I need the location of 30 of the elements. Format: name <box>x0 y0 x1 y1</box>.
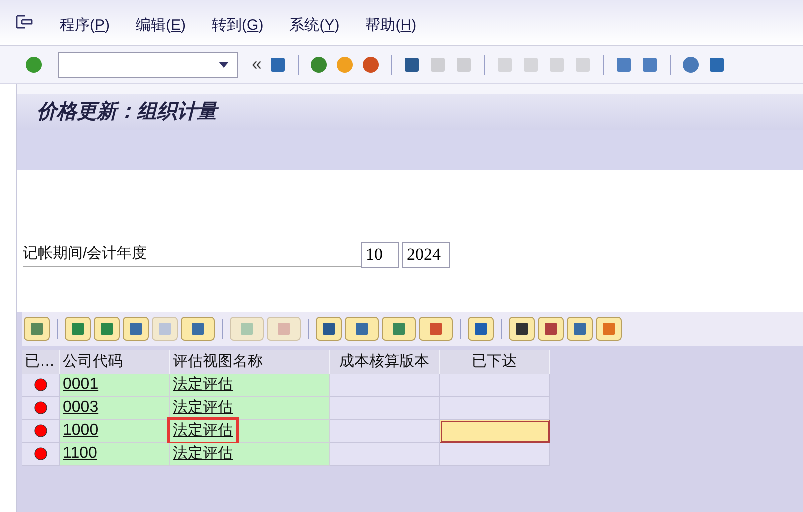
table-cell[interactable] <box>440 397 550 420</box>
valuation-view-link[interactable]: 法定评估 <box>170 396 236 420</box>
company-code-link[interactable]: 1000 <box>63 419 99 443</box>
valuation-view-link[interactable]: 法定评估 <box>170 420 236 442</box>
valuation-view-link[interactable]: 法定评估 <box>170 374 236 396</box>
valuation-view-link[interactable]: 法定评估 <box>170 442 236 466</box>
company-code-link[interactable]: 1100 <box>63 442 98 466</box>
period-field[interactable]: 10 <box>361 242 399 268</box>
menu-item[interactable]: 编辑(E) <box>136 14 186 37</box>
collapse-glyph[interactable]: « <box>252 51 262 78</box>
year-field[interactable]: 2024 <box>402 242 450 268</box>
table-cell[interactable] <box>440 420 550 443</box>
column-header[interactable]: 已… <box>22 350 60 374</box>
table-cell[interactable] <box>440 443 550 466</box>
field-label: 记帐期间/会计年度 <box>23 243 361 267</box>
menu-item[interactable]: 系统(Y) <box>290 14 340 37</box>
company-code-link[interactable]: 0001 <box>63 373 99 397</box>
column-header[interactable]: 成本核算版本 <box>330 350 440 374</box>
menu-icon[interactable] <box>16 15 34 31</box>
screen-title: 价格更新：组织计量 <box>37 97 217 127</box>
column-header[interactable]: 公司代码 <box>60 350 170 374</box>
column-header[interactable]: 评估视图名称 <box>170 350 330 374</box>
caret-icon <box>219 62 229 68</box>
table-cell[interactable] <box>440 374 550 397</box>
menu-item[interactable]: 帮助(H) <box>366 14 417 37</box>
menu-item[interactable]: 转到(G) <box>212 14 264 37</box>
company-code-link[interactable]: 0003 <box>63 396 99 420</box>
command-field[interactable] <box>58 52 238 78</box>
menu-item[interactable]: 程序(P) <box>60 14 110 37</box>
column-header[interactable]: 已下达 <box>440 350 550 374</box>
